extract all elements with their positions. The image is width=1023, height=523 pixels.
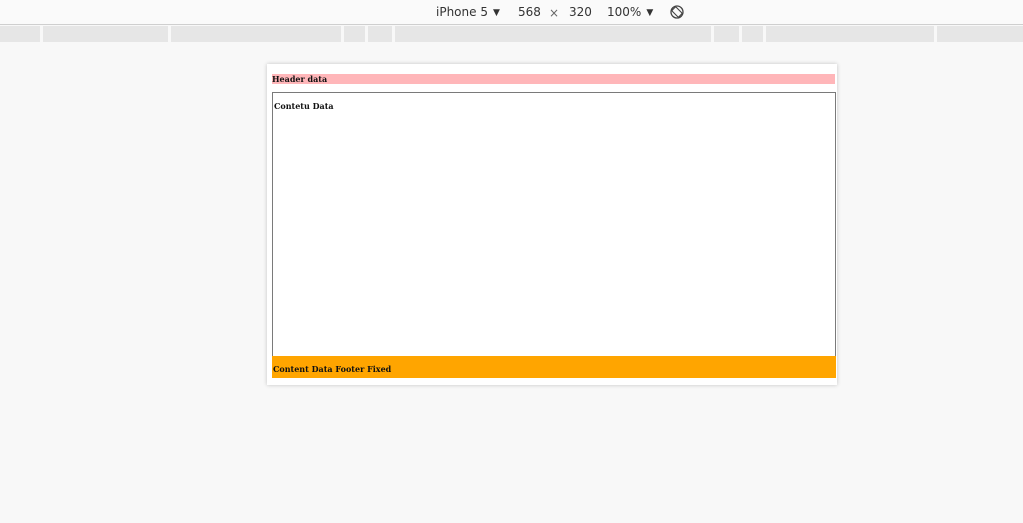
media-query-bar bbox=[0, 26, 1023, 42]
media-query-segment[interactable] bbox=[368, 26, 392, 42]
media-query-segment[interactable] bbox=[714, 26, 739, 42]
caret-down-icon: ▼ bbox=[646, 8, 654, 18]
width-input[interactable]: 568 bbox=[518, 4, 541, 20]
page-header: Header data bbox=[272, 74, 835, 84]
times-icon: × bbox=[549, 6, 560, 20]
zoom-label: 100% bbox=[607, 5, 642, 19]
content-text: Contetu Data bbox=[274, 101, 334, 111]
media-query-segment[interactable] bbox=[43, 26, 168, 42]
footer-text: Content Data Footer Fixed bbox=[273, 364, 392, 374]
caret-down-icon: ▼ bbox=[492, 8, 500, 18]
zoom-select[interactable]: 100% ▼ bbox=[607, 4, 653, 22]
rotate-icon[interactable] bbox=[669, 4, 685, 20]
media-query-segment[interactable] bbox=[742, 26, 763, 42]
device-viewport: Header data Contetu Data Content Data Fo… bbox=[267, 64, 837, 385]
media-query-segment[interactable] bbox=[766, 26, 934, 42]
device-label: iPhone 5 bbox=[436, 5, 488, 19]
content-footer: Content Data Footer Fixed bbox=[272, 356, 836, 378]
media-query-segment[interactable] bbox=[937, 26, 1023, 42]
media-query-segment[interactable] bbox=[0, 26, 40, 42]
media-query-segment[interactable] bbox=[171, 26, 341, 42]
height-input[interactable]: 320 bbox=[569, 4, 592, 20]
media-query-segment[interactable] bbox=[395, 26, 711, 42]
device-select[interactable]: iPhone 5 ▼ bbox=[436, 4, 500, 22]
device-toolbar: iPhone 5 ▼ 568 × 320 100% ▼ bbox=[0, 0, 1023, 25]
media-query-segment[interactable] bbox=[344, 26, 365, 42]
content-box: Contetu Data Content Data Footer Fixed bbox=[272, 92, 836, 378]
